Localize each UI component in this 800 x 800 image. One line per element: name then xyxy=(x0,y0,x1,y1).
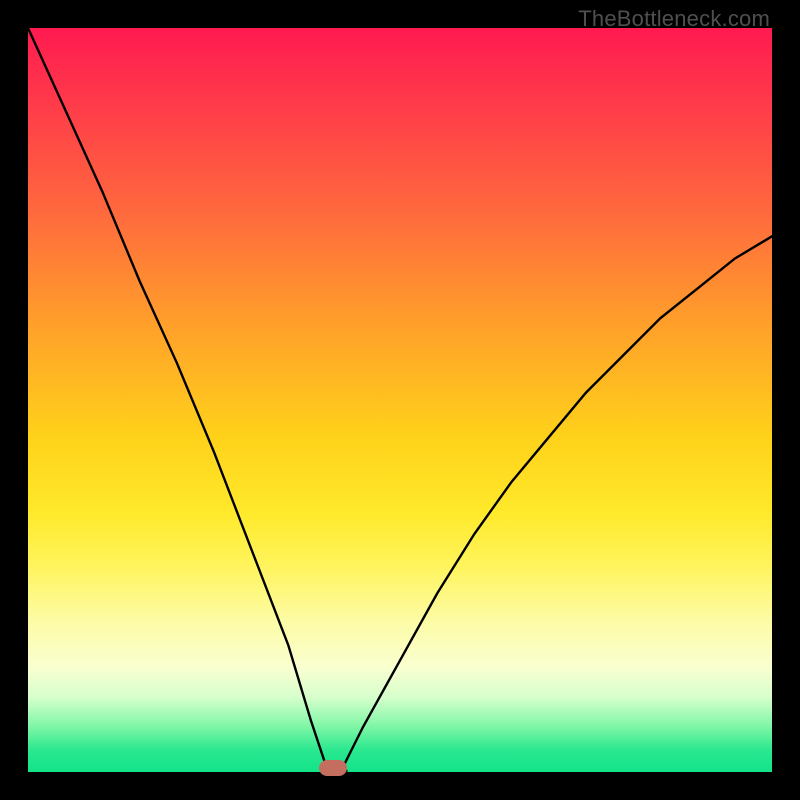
chart-svg xyxy=(28,28,772,772)
chart-frame: TheBottleneck.com xyxy=(0,0,800,800)
optimal-point-marker xyxy=(319,760,347,776)
plot-area xyxy=(28,28,772,772)
bottleneck-curve-line xyxy=(28,28,772,772)
